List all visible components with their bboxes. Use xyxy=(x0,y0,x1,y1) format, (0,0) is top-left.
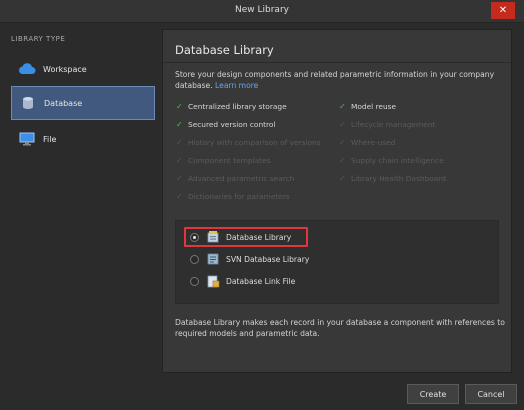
feature-label: Dictionaries for parameters xyxy=(188,192,290,201)
check-icon: ✓ xyxy=(339,120,346,129)
feature-item: ✓ Library Health Dashboard xyxy=(339,174,446,183)
sidebar-item-workspace[interactable]: Workspace xyxy=(11,52,155,86)
window-title: New Library xyxy=(235,5,289,15)
sidebar-item-database[interactable]: Database xyxy=(11,86,155,120)
page-title: Database Library xyxy=(175,43,274,57)
feature-item: ✓ Component templates xyxy=(176,156,270,165)
cloud-icon xyxy=(17,61,37,77)
title-bar: New Library ✕ xyxy=(0,0,524,23)
feature-item: ✓ Secured version control xyxy=(176,120,276,129)
feature-item: ✓ Advanced parametric search xyxy=(176,174,294,183)
feature-label: History with comparison of versions xyxy=(188,138,321,147)
check-icon: ✓ xyxy=(339,138,346,147)
sidebar-item-label: Database xyxy=(44,98,83,108)
check-icon: ✓ xyxy=(176,156,183,165)
feature-item: ✓ Supply chain intelligence xyxy=(339,156,444,165)
feature-label: Secured version control xyxy=(188,120,276,129)
sidebar-item-label: File xyxy=(43,134,57,144)
feature-label: Model reuse xyxy=(351,102,397,111)
check-icon: ✓ xyxy=(176,174,183,183)
radio-button[interactable] xyxy=(190,254,199,264)
check-icon: ✓ xyxy=(339,174,346,183)
database-library-icon xyxy=(206,230,220,244)
content-panel: Database Library Store your design compo… xyxy=(162,29,512,373)
check-icon: ✓ xyxy=(176,102,183,111)
close-button[interactable]: ✕ xyxy=(491,2,515,19)
feature-item: ✓ Dictionaries for parameters xyxy=(176,192,290,201)
feature-item: ✓ Model reuse xyxy=(339,102,396,111)
option-database-library[interactable]: Database Library xyxy=(190,228,291,246)
option-svn-database-library[interactable]: SVN Database Library xyxy=(190,250,309,268)
library-options-panel: Database Library SVN Database Library Da… xyxy=(175,220,499,304)
description: Store your design components and related… xyxy=(175,69,505,91)
feature-item: ✓ Where-used xyxy=(339,138,395,147)
monitor-icon xyxy=(17,131,37,147)
feature-item: ✓ Centralized library storage xyxy=(176,102,287,111)
option-label: SVN Database Library xyxy=(226,254,310,264)
check-icon: ✓ xyxy=(339,156,346,165)
feature-label: Centralized library storage xyxy=(188,102,287,111)
feature-item: ✓ History with comparison of versions xyxy=(176,138,321,147)
radio-button[interactable] xyxy=(190,232,199,242)
check-icon: ✓ xyxy=(176,120,183,129)
database-link-file-icon xyxy=(206,274,220,288)
sidebar-heading: LIBRARY TYPE xyxy=(11,35,66,43)
check-icon: ✓ xyxy=(339,102,346,111)
check-icon: ✓ xyxy=(176,138,183,147)
radio-button[interactable] xyxy=(190,276,199,286)
database-icon xyxy=(18,95,38,111)
feature-label: Lifecycle management xyxy=(351,120,436,129)
cancel-button[interactable]: Cancel xyxy=(465,384,517,404)
check-icon: ✓ xyxy=(176,192,183,201)
feature-item: ✓ Lifecycle management xyxy=(339,120,435,129)
option-description: Database Library makes each record in yo… xyxy=(175,318,505,338)
feature-label: Where-used xyxy=(351,138,396,147)
divider xyxy=(163,62,511,63)
create-button[interactable]: Create xyxy=(407,384,459,404)
svn-database-library-icon xyxy=(206,252,220,266)
sidebar-item-label: Workspace xyxy=(43,64,87,74)
feature-label: Library Health Dashboard xyxy=(351,174,446,183)
learn-more-link[interactable]: Learn more xyxy=(215,81,258,90)
option-label: Database Link File xyxy=(226,276,296,286)
feature-label: Component templates xyxy=(188,156,271,165)
feature-label: Supply chain intelligence xyxy=(351,156,444,165)
sidebar-item-file[interactable]: File xyxy=(11,122,155,156)
close-icon: ✕ xyxy=(498,5,508,16)
feature-label: Advanced parametric search xyxy=(188,174,295,183)
option-database-link-file[interactable]: Database Link File xyxy=(190,272,295,290)
option-label: Database Library xyxy=(226,232,292,242)
sidebar: LIBRARY TYPE Workspace Database File xyxy=(0,23,162,377)
